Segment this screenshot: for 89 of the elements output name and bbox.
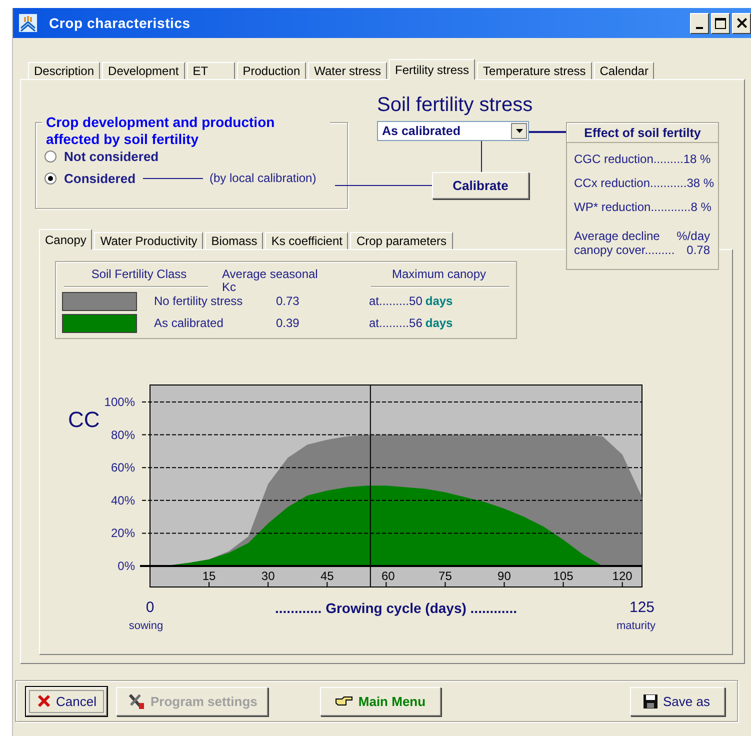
tab[interactable]: Development — [102, 62, 185, 79]
tab[interactable]: Biomass — [205, 232, 264, 249]
column-header: Maximum canopy — [390, 268, 488, 283]
decline-unit: %/day — [676, 229, 710, 243]
axis-end-note: maturity — [616, 620, 656, 632]
x-tick-label: 120 — [612, 569, 633, 583]
pointing-hand-icon — [335, 695, 354, 707]
reduction-value: 8 % — [690, 200, 712, 216]
reduction-label: WP* reduction............ — [574, 200, 691, 216]
tab[interactable]: Production — [236, 62, 306, 79]
tab[interactable]: Fertility stress — [389, 59, 476, 80]
radio-button[interactable] — [44, 172, 57, 184]
close-icon — [736, 18, 746, 28]
tab[interactable]: Crop parameters — [350, 232, 453, 249]
tab[interactable]: Water Productivity — [94, 232, 204, 249]
tab[interactable]: Ks coefficient — [265, 232, 348, 249]
minimize-icon — [696, 26, 703, 28]
class-name: No fertility stress — [154, 294, 244, 308]
decline-label: canopy cover......... — [574, 243, 675, 257]
tab[interactable]: Description — [28, 62, 100, 79]
kc-value: 0.73 — [276, 294, 300, 308]
cancel-button[interactable]: Cancel — [26, 686, 108, 716]
axis-title: CC — [68, 407, 100, 432]
tools-icon — [127, 692, 146, 710]
tab[interactable]: Canopy — [39, 229, 92, 250]
reduction-value: 38 % — [686, 176, 714, 192]
decline-value: 0.78 — [686, 243, 710, 257]
radio-button[interactable] — [44, 150, 57, 162]
x-tick-label: 60 — [381, 569, 396, 583]
caret-icon — [516, 129, 522, 133]
axis-title: ............ Growing cycle (days) ............ — [275, 600, 517, 616]
option-label[interactable]: Considered — [64, 170, 136, 186]
reduction-value: 18 % — [683, 152, 711, 168]
leader-line — [529, 131, 566, 133]
cross-icon — [37, 694, 51, 708]
days-unit: days — [425, 316, 453, 330]
y-tick-label: 60% — [110, 460, 135, 475]
kc-value: 0.39 — [276, 316, 300, 330]
days-unit: days — [425, 294, 453, 308]
app-icon — [19, 14, 37, 32]
dropdown[interactable]: As calibrated — [377, 121, 529, 141]
class-name: As calibrated — [154, 316, 224, 330]
option-label[interactable]: Not considered — [64, 148, 159, 164]
reduction-label: CCx reduction........... — [574, 176, 687, 192]
minimize-button[interactable] — [690, 12, 709, 34]
close-button[interactable] — [732, 12, 751, 34]
column-header: Soil Fertility Class — [90, 268, 188, 283]
x-tick: 75 — [438, 569, 452, 588]
x-tick-label: 30 — [261, 569, 276, 583]
section-heading: Soil fertility stress — [377, 94, 533, 116]
save-button[interactable]: Save as — [630, 686, 725, 716]
y-tick-label: 100% — [104, 395, 135, 409]
axis-start-value: 0 — [146, 599, 154, 616]
x-tick-label: 90 — [498, 569, 512, 583]
group-title: Crop development and production affected by soil fertility — [42, 114, 330, 148]
tab[interactable]: Water stress — [308, 62, 388, 79]
axis-start-note: sowing — [128, 620, 164, 632]
window-title: Crop characteristics — [49, 15, 190, 31]
x-tick-label: 45 — [320, 569, 334, 583]
x-tick: 30 — [261, 569, 275, 588]
x-tick: 15 — [202, 569, 216, 588]
calibration-note: (by local calibration) — [210, 171, 316, 185]
tab[interactable]: Calendar — [594, 62, 654, 79]
menu-button[interactable]: Main Menu — [320, 686, 441, 716]
x-tick: 60 — [381, 569, 395, 588]
x-tick-label: 105 — [553, 569, 574, 583]
x-tick: 120 — [612, 569, 632, 588]
x-tick: 105 — [553, 569, 574, 588]
calibrate-button[interactable]: Calibrate — [432, 172, 529, 199]
y-tick-label: 40% — [110, 493, 135, 508]
max-canopy-day: at.........50 — [369, 294, 422, 308]
decline-label: Average decline — [574, 229, 660, 243]
max-canopy-day: at.........56 — [369, 316, 422, 330]
column-header: Average seasonal Kc — [222, 268, 319, 296]
x-tick: 90 — [498, 569, 511, 588]
effect-header: Effect of soil fertilty — [566, 122, 719, 143]
tab[interactable]: ET — [186, 62, 235, 79]
y-tick-label: 80% — [110, 428, 135, 442]
reduction-label: CGC reduction......... — [574, 152, 684, 168]
axis-end-value: 125 — [629, 599, 655, 616]
x-tick: 45 — [320, 569, 334, 588]
tab[interactable]: Temperature stress — [477, 62, 592, 79]
y-tick-label: 20% — [110, 526, 135, 540]
x-tick-label: 15 — [202, 569, 216, 583]
maximize-button[interactable] — [711, 12, 730, 34]
x-tick-label: 75 — [438, 569, 452, 583]
y-tick-label: 0% — [118, 559, 135, 573]
maximize-icon — [715, 18, 726, 28]
leader-line — [481, 141, 482, 172]
